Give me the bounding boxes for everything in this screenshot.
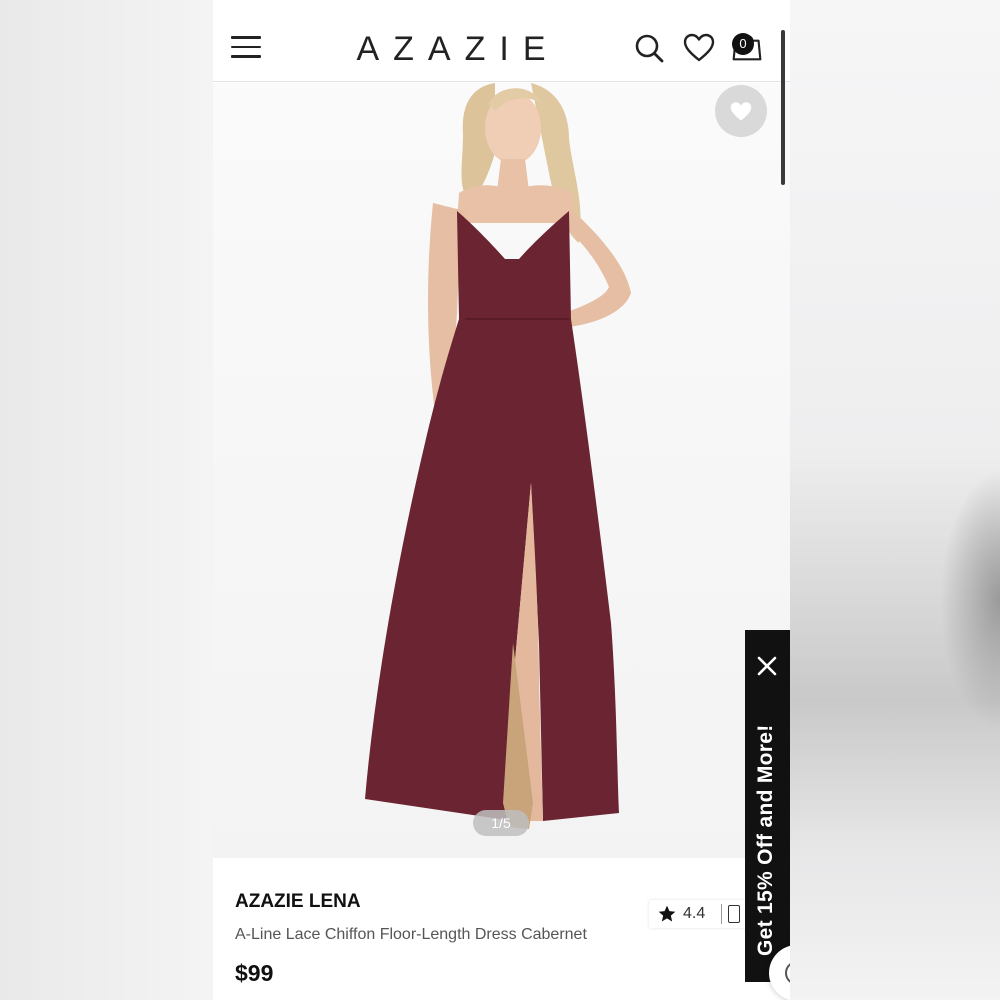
- heart-icon: [730, 102, 752, 121]
- blurred-object: [940, 470, 1000, 730]
- scrollbar[interactable]: [781, 30, 785, 185]
- close-icon[interactable]: [755, 654, 779, 678]
- site-header: AZAZIE 0: [213, 0, 790, 82]
- product-price: $99: [235, 960, 274, 986]
- review-icon[interactable]: [728, 905, 741, 923]
- chat-button[interactable]: [769, 945, 790, 1000]
- cart-count-badge: 0: [732, 33, 754, 55]
- image-counter: 1/5: [473, 810, 529, 836]
- background-right: [790, 0, 1000, 1000]
- promo-tab[interactable]: Get 15% Off and More!: [745, 630, 790, 982]
- mobile-screen: AZAZIE 0 1/5 AZAZIE LENA A-Line Lace Chi…: [213, 0, 790, 1000]
- star-icon: [658, 905, 676, 922]
- divider: [721, 904, 723, 924]
- brand-logo[interactable]: AZAZIE: [333, 30, 583, 69]
- product-brand[interactable]: AZAZIE LENA: [235, 891, 361, 913]
- search-icon[interactable]: [633, 32, 665, 64]
- model-illustration: [365, 83, 631, 829]
- product-title: A-Line Lace Chiffon Floor-Length Dress C…: [235, 926, 587, 943]
- wishlist-heart-icon[interactable]: [683, 32, 715, 64]
- chat-icon: [785, 963, 790, 983]
- product-image[interactable]: [213, 83, 790, 858]
- promo-text: Get 15% Off and More!: [754, 724, 777, 957]
- favorite-button[interactable]: [715, 85, 767, 137]
- hamburger-menu-icon[interactable]: [231, 36, 261, 60]
- rating-badge[interactable]: 4.4: [649, 900, 749, 928]
- background-left: [0, 0, 213, 1000]
- rating-value: 4.4: [683, 905, 706, 922]
- product-info: AZAZIE LENA A-Line Lace Chiffon Floor-Le…: [213, 858, 790, 1000]
